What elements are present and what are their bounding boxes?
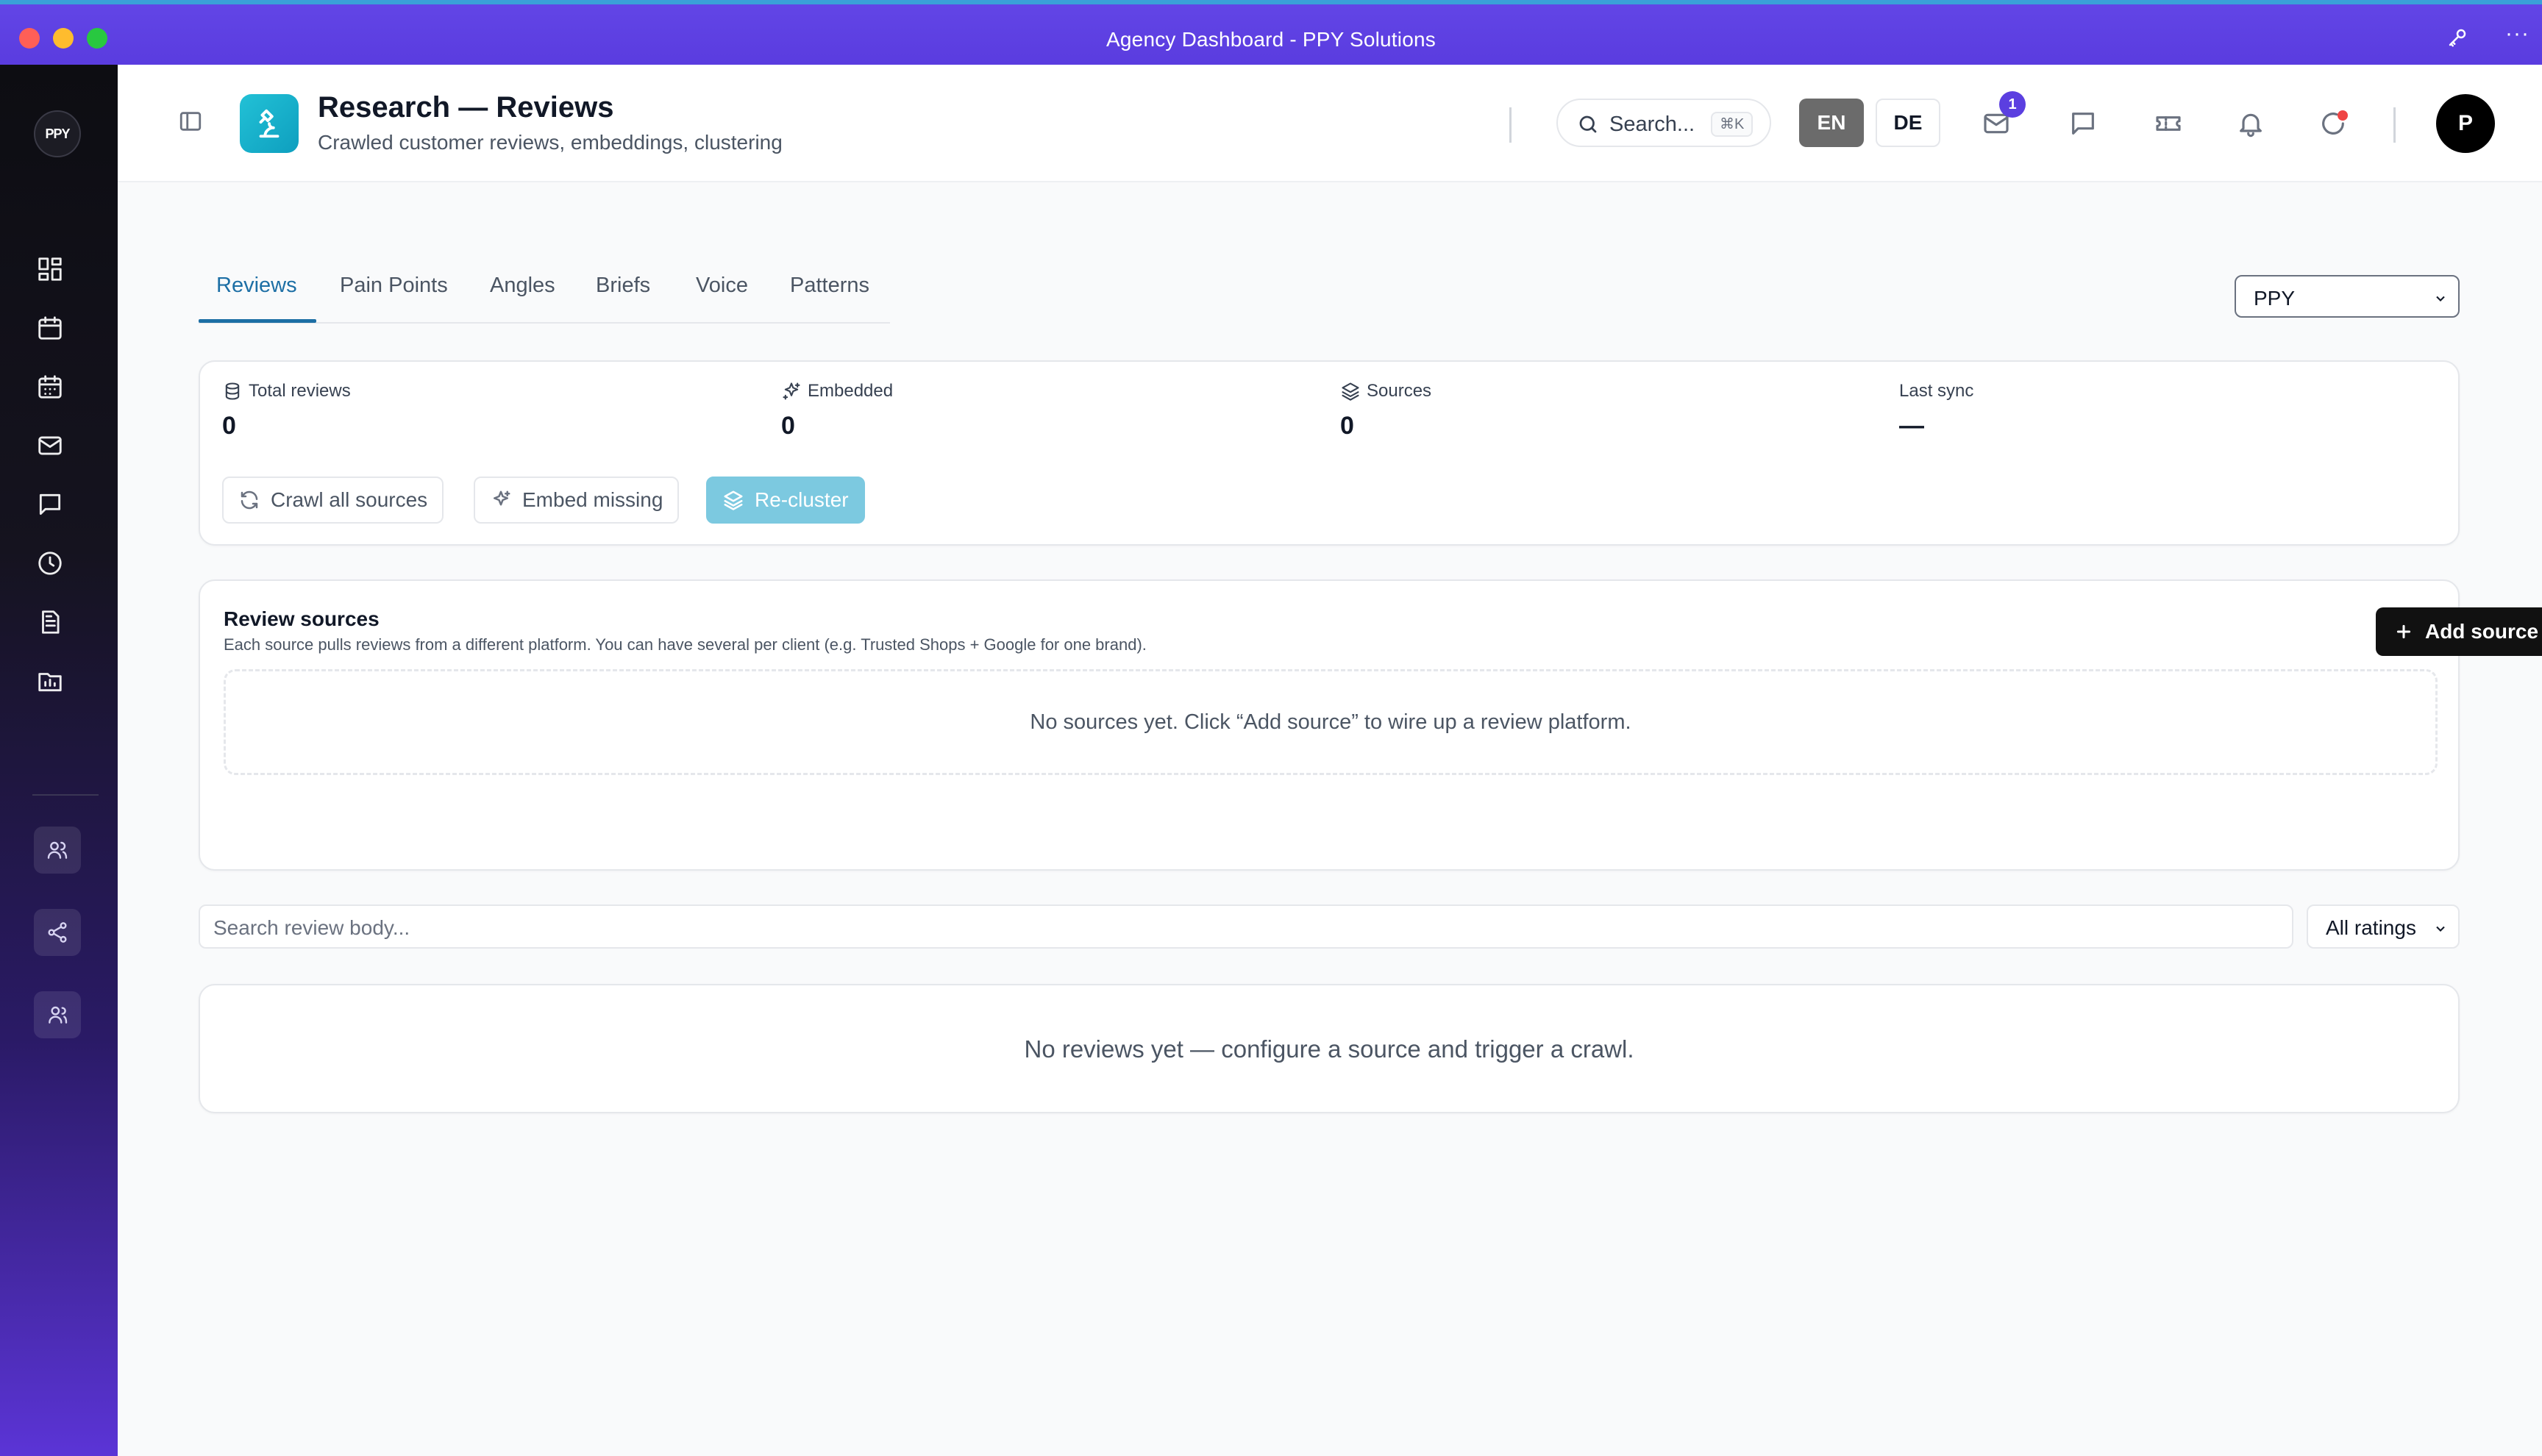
stat-value: 0 (781, 412, 795, 440)
client-select-value: PPY (2254, 287, 2296, 310)
active-tab-indicator (199, 319, 316, 323)
empty-reviews-message: No reviews yet — configure a source and … (1024, 1035, 1634, 1063)
database-icon (225, 382, 240, 400)
window-titlebar: Agency Dashboard - PPY Solutions ··· (0, 0, 2542, 65)
microscope-icon (240, 94, 299, 153)
global-search-button[interactable]: Search... ⌘K (1556, 99, 1771, 147)
window-title: Agency Dashboard - PPY Solutions (1106, 28, 1436, 51)
bell-icon[interactable] (2235, 107, 2267, 140)
sidebar: PPY (0, 65, 118, 1456)
empty-sources-message: No sources yet. Click “Add source” to wi… (224, 669, 2438, 775)
ticket-icon[interactable] (2152, 107, 2185, 140)
stat-embedded: Embedded 0 (781, 381, 893, 440)
button-label: Crawl all sources (271, 488, 428, 511)
review-search-input[interactable]: Search review body... (199, 904, 2293, 949)
calendar-grid-icon[interactable] (34, 371, 66, 403)
stat-total-reviews: Total reviews 0 (222, 381, 351, 440)
message-icon[interactable] (34, 488, 66, 521)
brand-logo[interactable]: PPY (34, 110, 81, 157)
header-divider (1509, 107, 1512, 143)
stat-label: Embedded (808, 381, 894, 401)
embed-missing-button[interactable]: Embed missing (474, 477, 680, 524)
tab-briefs[interactable]: Briefs (596, 274, 650, 298)
stat-label: Total reviews (249, 381, 351, 401)
plus-icon (2396, 624, 2411, 639)
status-indicator-dot (2338, 110, 2348, 121)
tab-angles[interactable]: Angles (490, 274, 555, 298)
stat-last-sync: Last sync — (1899, 381, 1973, 440)
add-source-button[interactable]: Add source (2376, 607, 2542, 656)
share-icon[interactable] (34, 909, 81, 956)
review-sources-title: Review sources (224, 607, 380, 630)
re-cluster-button[interactable]: Re-cluster (706, 477, 865, 524)
header-divider (2393, 107, 2396, 143)
layers-icon (1342, 382, 1359, 401)
search-icon (1579, 115, 1597, 133)
tab-voice[interactable]: Voice (696, 274, 748, 298)
sparkles-icon (783, 382, 800, 400)
chevron-down-icon (2436, 926, 2445, 932)
page-title: Research — Reviews (318, 91, 614, 124)
refresh-icon (241, 490, 258, 510)
tab-patterns[interactable]: Patterns (790, 274, 869, 298)
stat-sources: Sources 0 (1340, 381, 1431, 440)
clock-icon[interactable] (34, 547, 66, 579)
chat-icon[interactable] (2067, 107, 2099, 140)
document-icon[interactable] (34, 606, 66, 638)
review-search-placeholder: Search review body... (213, 916, 410, 939)
dashboard-icon[interactable] (34, 253, 66, 285)
stat-value: 0 (222, 412, 236, 440)
more-options-icon[interactable]: ··· (2505, 23, 2529, 50)
user-group-icon[interactable] (34, 991, 81, 1038)
language-en-button[interactable]: EN (1799, 99, 1864, 147)
search-shortcut: ⌘K (1711, 112, 1754, 137)
review-sources-description: Each source pulls reviews from a differe… (224, 635, 1147, 654)
calendar-icon[interactable] (34, 312, 66, 344)
review-sources-card: Review sources Each source pulls reviews… (199, 579, 2542, 871)
tab-reviews[interactable]: Reviews (216, 274, 297, 298)
stat-label: Sources (1367, 381, 1432, 401)
rating-filter-value: All ratings (2326, 916, 2416, 939)
chevron-down-icon (2436, 296, 2445, 301)
search-label: Search... (1609, 113, 1695, 136)
sparkles-icon (494, 490, 510, 506)
tab-pain-points[interactable]: Pain Points (340, 274, 448, 298)
user-avatar[interactable]: P (2436, 94, 2495, 153)
client-select[interactable]: PPY (2235, 275, 2460, 318)
crawl-all-sources-button[interactable]: Crawl all sources (222, 477, 444, 524)
folder-chart-icon[interactable] (34, 665, 66, 697)
button-label: Add source (2424, 620, 2539, 643)
sidebar-divider (32, 794, 99, 796)
stat-value: — (1899, 412, 1924, 440)
users-icon[interactable] (34, 827, 81, 874)
page-subtitle: Crawled customer reviews, embeddings, cl… (318, 131, 783, 154)
mail-count-badge: 1 (1999, 91, 2026, 118)
reviews-list-card: No reviews yet — configure a source and … (199, 984, 2460, 1113)
mail-icon[interactable] (34, 429, 66, 462)
button-label: Re-cluster (755, 488, 849, 511)
stats-card: Total reviews 0 Embedded 0 Sources 0 Las… (199, 360, 2460, 546)
stat-value: 0 (1340, 412, 1354, 440)
key-icon[interactable] (2446, 26, 2470, 50)
sidebar-toggle-icon[interactable] (178, 109, 203, 134)
top-bar: Research — Reviews Crawled customer revi… (118, 65, 2542, 182)
button-label: Embed missing (522, 488, 663, 511)
main-content: Research — Reviews Crawled customer revi… (118, 65, 2542, 1456)
research-tabs: Reviews Pain Points Angles Briefs Voice … (199, 260, 890, 324)
language-de-button[interactable]: DE (1876, 99, 1940, 147)
stat-label: Last sync (1899, 381, 1974, 401)
layers-icon (724, 490, 743, 510)
rating-filter-select[interactable]: All ratings (2307, 904, 2460, 949)
